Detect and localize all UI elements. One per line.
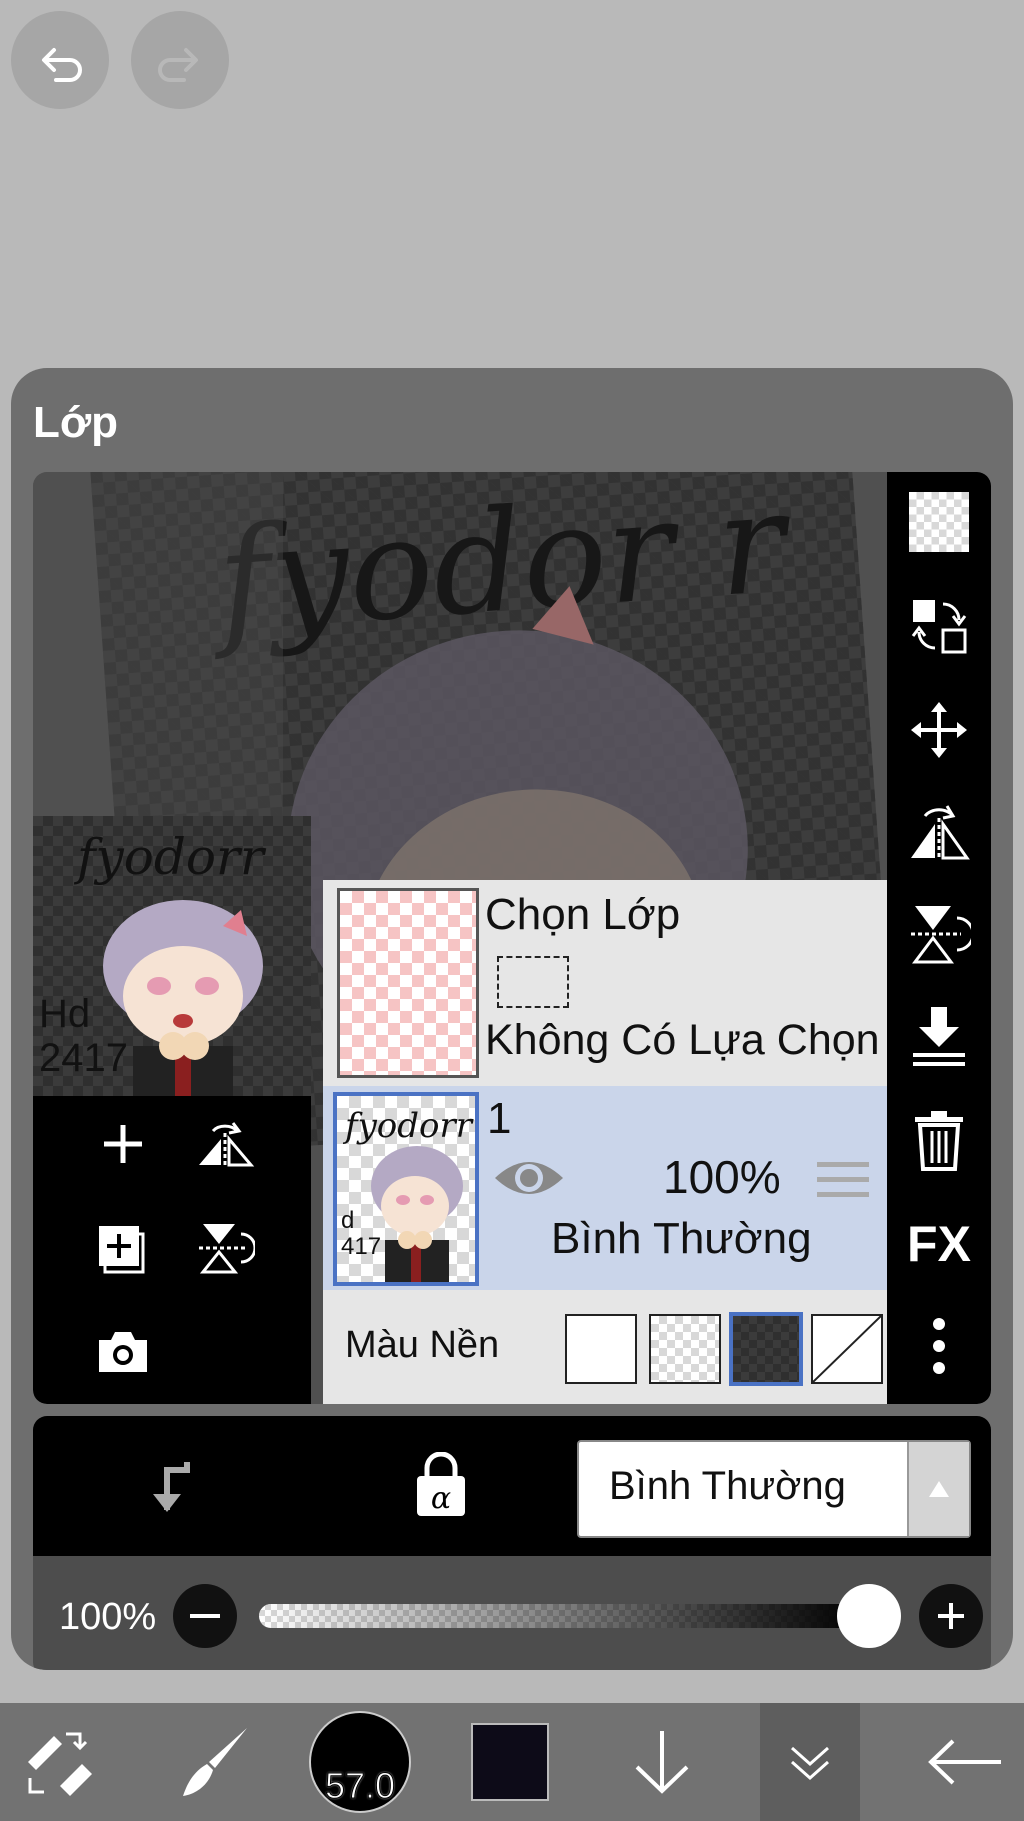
add-layer-icon: [104, 1125, 142, 1163]
duplicate-layer-icon: [99, 1226, 145, 1274]
layer-panel: Lớp fyodor r fyodorr Hd 2417 Chọn Lớp Kh…: [11, 368, 1013, 1670]
checker-icon: [909, 492, 969, 552]
add-layer-button[interactable]: [93, 1114, 153, 1174]
redo-icon: [158, 48, 198, 82]
panel-title: Lớp: [33, 398, 119, 447]
fx-icon: FX: [907, 1216, 971, 1272]
redo-button[interactable]: [131, 11, 229, 109]
layer-thumbnail-preview[interactable]: fyodorr Hd 2417: [33, 816, 311, 1096]
brush-button[interactable]: [160, 1703, 270, 1821]
thumbnail-text: fyodorr: [77, 828, 264, 886]
transparent-checker-button[interactable]: [905, 488, 973, 556]
layer-list: Chọn Lớp Không Có Lựa Chọn fyodorr d 417…: [323, 880, 887, 1404]
chevron-double-down-icon: [791, 1746, 829, 1781]
selection-rect-icon: [497, 956, 569, 1008]
tools-icon: [28, 1732, 92, 1796]
layer-tools: [33, 1096, 311, 1404]
arrow-down-button[interactable]: [612, 1703, 712, 1821]
svg-text:α: α: [431, 1481, 451, 1516]
camera-icon: [99, 1332, 147, 1372]
bottom-toolbar: 57.0: [0, 1703, 1024, 1821]
plus-icon: [938, 1603, 964, 1629]
opacity-decrease-button[interactable]: [173, 1584, 237, 1648]
tools-button[interactable]: [0, 1703, 120, 1821]
fx-button[interactable]: FX: [905, 1210, 973, 1278]
arrow-down-icon: [635, 1731, 689, 1794]
opacity-label: 100%: [59, 1596, 157, 1638]
layer-row[interactable]: fyodorr d 417 1 100% Bình Thường: [323, 1086, 887, 1290]
camera-button[interactable]: [93, 1322, 153, 1382]
layer-thumb-signature: d 417: [341, 1207, 382, 1260]
opacity-bar: 100%: [33, 1556, 991, 1670]
blend-mode-select[interactable]: Bình Thường: [577, 1440, 971, 1538]
bg-option-dark-checker[interactable]: [729, 1312, 803, 1386]
flip-horizontal-button[interactable]: [905, 798, 973, 866]
duplicate-layer-button[interactable]: [93, 1218, 153, 1278]
visibility-toggle[interactable]: [491, 1152, 567, 1204]
swap-layers-button[interactable]: [905, 592, 973, 660]
color-button[interactable]: [460, 1703, 560, 1821]
selection-layer-thumbnail: [337, 888, 479, 1078]
reorder-icon: [817, 1162, 869, 1197]
color-swatch: [471, 1723, 549, 1801]
back-arrow-icon: [928, 1739, 1001, 1785]
more-options-button[interactable]: [905, 1312, 973, 1380]
drag-handle[interactable]: [817, 1158, 869, 1202]
back-button[interactable]: [910, 1703, 1020, 1821]
brush-icon: [183, 1728, 247, 1796]
move-button[interactable]: [905, 696, 973, 764]
bg-option-none[interactable]: [811, 1314, 883, 1384]
brush-size-indicator: 57.0: [309, 1711, 411, 1813]
alpha-lock-button[interactable]: α: [413, 1451, 469, 1518]
rotate-layer-icon: [199, 1224, 255, 1274]
canvas-preview[interactable]: fyodor r fyodorr Hd 2417 Chọn Lớp Không …: [33, 472, 991, 1404]
layer-thumbnail[interactable]: fyodorr d 417: [333, 1092, 479, 1286]
opacity-increase-button[interactable]: [919, 1584, 983, 1648]
flip-vertical-icon: [911, 906, 971, 964]
brush-size-button[interactable]: 57.0: [300, 1703, 420, 1821]
flip-layer-button[interactable]: [195, 1114, 255, 1174]
selection-layer-status: Không Có Lựa Chọn: [485, 1016, 880, 1064]
eye-icon: [495, 1162, 563, 1194]
opacity-slider-thumb[interactable]: [837, 1584, 901, 1648]
background-label: Màu Nền: [345, 1324, 500, 1366]
trash-icon: [915, 1111, 963, 1171]
layer-right-toolbar: FX: [887, 472, 991, 1404]
layer-thumb-character: [371, 1146, 463, 1282]
blend-mode-dropdown[interactable]: [907, 1442, 969, 1536]
blend-bar: α Bình Thường: [33, 1416, 991, 1556]
background-row: Màu Nền: [323, 1290, 887, 1404]
triangle-up-icon: [929, 1481, 949, 1497]
thumbnail-signature: Hd 2417: [39, 992, 128, 1080]
clipping-button[interactable]: [143, 1456, 203, 1516]
delete-layer-button[interactable]: [905, 1106, 973, 1174]
undo-button[interactable]: [11, 11, 109, 109]
opacity-slider-track[interactable]: [259, 1604, 859, 1628]
swap-layers-icon: [911, 600, 967, 654]
merge-down-button[interactable]: [905, 1002, 973, 1070]
merge-down-icon: [913, 1007, 965, 1066]
selection-layer-row[interactable]: Chọn Lớp Không Có Lựa Chọn: [323, 880, 887, 1086]
minus-icon: [190, 1614, 220, 1618]
more-icon: [933, 1318, 945, 1374]
selection-layer-title: Chọn Lớp: [485, 890, 681, 939]
blend-mode-value: Bình Thường: [609, 1464, 846, 1508]
flip-horizontal-icon: [911, 805, 970, 860]
brush-size-value: 57.0: [324, 1765, 396, 1807]
clipping-arrow-icon: [153, 1462, 190, 1512]
bg-option-white[interactable]: [565, 1314, 637, 1384]
layer-name: 1: [487, 1094, 512, 1143]
layer-blend-mode: Bình Thường: [551, 1214, 812, 1263]
diagonal-slash-icon: [812, 1315, 882, 1383]
move-icon: [911, 702, 967, 758]
layer-opacity: 100%: [663, 1151, 781, 1203]
undo-icon: [42, 48, 82, 82]
alpha-lock-icon: α: [417, 1451, 465, 1516]
flip-vertical-button[interactable]: [905, 900, 973, 968]
flip-layer-icon: [199, 1122, 255, 1167]
bg-option-light-checker[interactable]: [649, 1314, 721, 1384]
rotate-layer-button[interactable]: [195, 1218, 255, 1278]
collapse-button[interactable]: [760, 1703, 860, 1821]
